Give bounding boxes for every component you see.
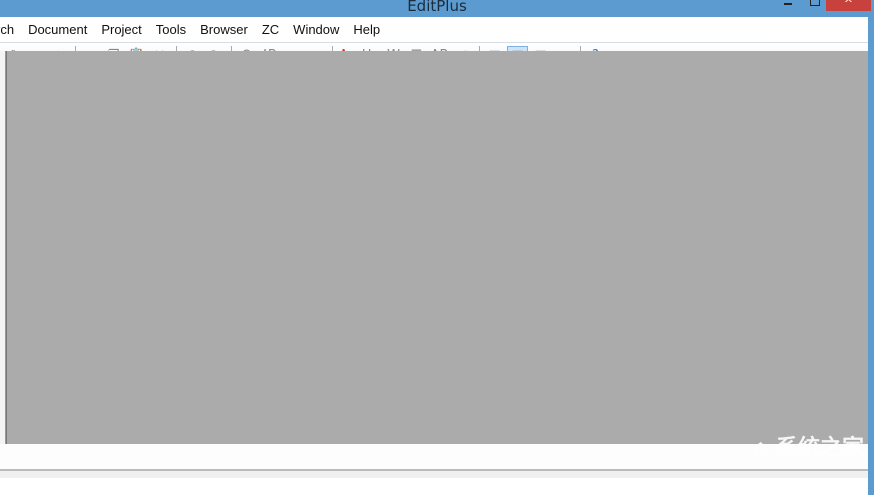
status-bar	[0, 469, 868, 478]
window-title: EditPlus	[407, 0, 467, 15]
menu-tools[interactable]: Tools	[156, 22, 186, 37]
maximize-button[interactable]	[806, 0, 824, 11]
menu-rch[interactable]: rch	[0, 22, 14, 37]
minimize-button[interactable]	[780, 0, 798, 11]
menu-project[interactable]: Project	[101, 22, 141, 37]
menu-help[interactable]: Help	[353, 22, 380, 37]
output-pane	[0, 444, 868, 469]
menu-zc[interactable]: ZC	[262, 22, 279, 37]
menu-window[interactable]: Window	[293, 22, 339, 37]
title-bar: EditPlus ^	[0, 0, 874, 17]
close-button[interactable]: ^	[826, 0, 871, 11]
watermark-logo: ⌂ 系统之家	[752, 436, 864, 461]
menu-bar: rch Document Project Tools Browser ZC Window He…	[0, 17, 868, 42]
mdi-client-area	[6, 51, 868, 444]
menu-browser[interactable]: Browser	[200, 22, 248, 37]
menu-document[interactable]: Document	[28, 22, 87, 37]
